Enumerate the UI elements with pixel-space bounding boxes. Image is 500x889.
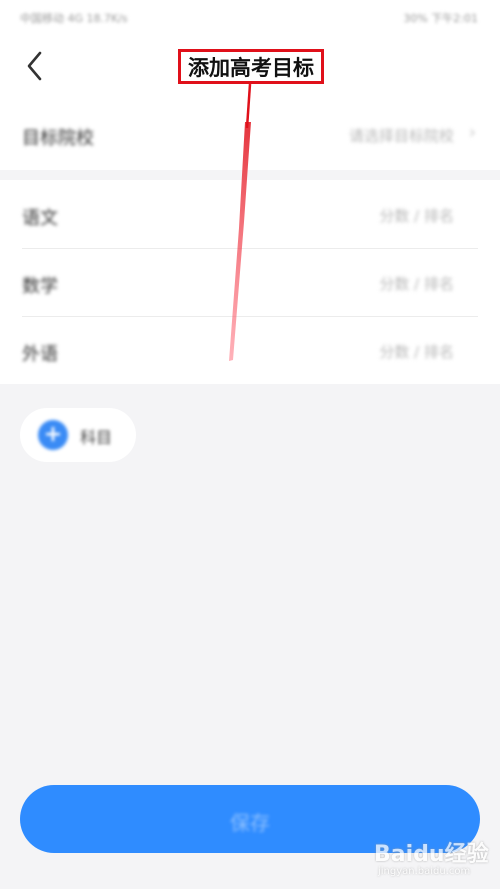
watermark: Baidu经验 jingyan.baidu.com [374,836,489,886]
subject-row-math[interactable]: 数学 分数 / 排名 [22,248,478,316]
watermark-brand: Baidu经验 [374,842,489,867]
status-bar-left: 中国移动 4G 18.7K/s [20,12,128,25]
target-school-placeholder: 请选择目标院校 [348,127,454,145]
status-bar: 中国移动 4G 18.7K/s 30% 下午2:01 [0,0,500,34]
subject-score-input[interactable]: 分数 / 排名 [379,273,454,294]
target-school-row[interactable]: 目标院校 请选择目标院校 › [22,100,478,168]
subject-label: 外语 [22,344,58,365]
screen: 中国移动 4G 18.7K/s 30% 下午2:01 添加高考目标 目标院校 请… [0,0,500,889]
status-bar-right: 30% 下午2:01 [403,12,478,25]
watermark-url: jingyan.baidu.com [378,866,471,877]
target-school-card: 目标院校 请选择目标院校 › [0,100,500,170]
subject-score-input[interactable]: 分数 / 排名 [379,205,454,226]
subject-label: 语文 [22,208,58,229]
subjects-card: 语文 分数 / 排名 数学 分数 / 排名 外语 分数 / 排名 [0,180,500,384]
chevron-right-icon: › [468,122,476,143]
subject-score-input[interactable]: 分数 / 排名 [379,341,454,362]
subject-row-chinese[interactable]: 语文 分数 / 排名 [22,180,478,248]
page-title: 添加高考目标 [178,49,324,84]
chevron-left-icon [27,51,42,81]
add-subject-content: + 科目 [20,408,136,462]
subject-row-foreign-language[interactable]: 外语 分数 / 排名 [22,316,478,384]
add-subject-button[interactable]: + 科目 [20,408,136,462]
plus-circle-icon: + [38,420,68,450]
target-school-label: 目标院校 [22,128,94,149]
back-button[interactable] [18,48,54,84]
top-area: 中国移动 4G 18.7K/s 30% 下午2:01 添加高考目标 [0,0,500,100]
save-button-label: 保存 [230,811,270,835]
add-subject-label: 科目 [80,428,113,447]
subject-label: 数学 [22,276,58,297]
